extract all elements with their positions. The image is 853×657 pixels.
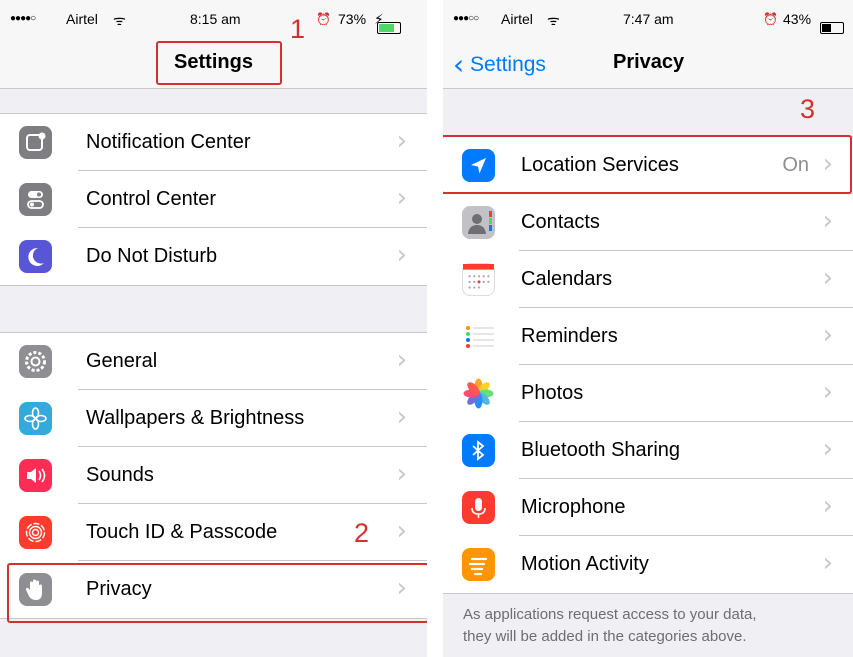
row-label: Notification Center [86, 131, 251, 153]
privacy-list: Location Services On › Contacts › Calend… [443, 136, 853, 594]
navigation-bar: ‹ Settings Privacy [443, 38, 853, 89]
highlight-box-location-services [443, 135, 852, 194]
flower-icon [19, 402, 52, 435]
chevron-right-icon: › [396, 459, 407, 489]
row-label: Do Not Disturb [86, 245, 218, 267]
chevron-right-icon: › [396, 183, 407, 213]
row-label: Control Center [86, 188, 217, 210]
row-label: Contacts [521, 211, 600, 233]
step-number-1: 1 [290, 14, 306, 44]
chevron-right-icon: › [822, 320, 833, 350]
battery-icon: ⚡ [374, 11, 401, 34]
alarm-icon: ⏰ [316, 12, 331, 26]
status-bar: ●●●○○ Airtel ᯤ 7:47 am ⏰ 43% [443, 0, 853, 38]
privacy-screen: ●●●○○ Airtel ᯤ 7:47 am ⏰ 43% ‹ Settings … [443, 0, 853, 657]
privacy-row-photos[interactable]: Photos › [443, 365, 853, 422]
row-label: Wallpapers & Brightness [86, 407, 305, 429]
gear-icon [19, 345, 52, 378]
back-button[interactable]: ‹ Settings [453, 48, 546, 81]
chevron-right-icon: › [822, 491, 833, 521]
bluetooth-icon [462, 434, 495, 467]
settings-row-sounds[interactable]: Sounds › [0, 447, 427, 504]
notification-center-icon [19, 126, 52, 159]
privacy-footer-note: As applications request access to your d… [463, 604, 843, 648]
signal-strength-icon: ●●●○○ [453, 13, 479, 24]
row-label: Photos [521, 382, 584, 404]
chevron-right-icon: › [822, 263, 833, 293]
wifi-icon: ᯤ [547, 12, 560, 28]
row-label: Bluetooth Sharing [521, 439, 681, 461]
chevron-right-icon: › [396, 240, 407, 270]
row-label: Sounds [86, 464, 154, 486]
settings-row-control-center[interactable]: Control Center › [0, 171, 427, 228]
settings-row-general[interactable]: General › [0, 333, 427, 390]
chevron-left-icon: ‹ [453, 48, 465, 81]
back-button-label: Settings [470, 53, 546, 76]
row-label: Motion Activity [521, 553, 649, 575]
settings-group-1: Notification Center › Control Center › D… [0, 113, 427, 286]
battery-percent: 73% [338, 11, 367, 27]
row-label: Reminders [521, 325, 618, 347]
calendar-icon [462, 263, 495, 296]
footer-line: they will be added in the categories abo… [463, 628, 747, 645]
row-label: Calendars [521, 268, 613, 290]
privacy-row-contacts[interactable]: Contacts › [443, 194, 853, 251]
carrier-name: Airtel [66, 11, 98, 27]
chevron-right-icon: › [822, 434, 833, 464]
moon-icon [19, 240, 52, 273]
settings-row-notification-center[interactable]: Notification Center › [0, 114, 427, 171]
wifi-icon: ᯤ [113, 12, 126, 28]
privacy-row-microphone[interactable]: Microphone › [443, 479, 853, 536]
control-center-icon [19, 183, 52, 216]
battery-percent: 43% [783, 11, 812, 27]
chevron-right-icon: › [822, 377, 833, 407]
settings-row-do-not-disturb[interactable]: Do Not Disturb › [0, 228, 427, 285]
privacy-row-reminders[interactable]: Reminders › [443, 308, 853, 365]
photos-icon [462, 377, 495, 410]
privacy-row-calendars[interactable]: Calendars › [443, 251, 853, 308]
footer-line: As applications request access to your d… [463, 606, 757, 623]
settings-row-wallpapers-brightness[interactable]: Wallpapers & Brightness › [0, 390, 427, 447]
chevron-right-icon: › [822, 548, 833, 578]
clock: 7:47 am [623, 11, 674, 27]
chevron-right-icon: › [396, 126, 407, 156]
motion-activity-icon [462, 548, 495, 581]
highlight-box-privacy [7, 563, 427, 623]
highlight-box-settings [156, 41, 282, 85]
fingerprint-icon [19, 516, 52, 549]
alarm-icon: ⏰ [763, 12, 778, 26]
privacy-row-bluetooth-sharing[interactable]: Bluetooth Sharing › [443, 422, 853, 479]
microphone-icon [462, 491, 495, 524]
carrier-name: Airtel [501, 11, 533, 27]
row-label: Touch ID & Passcode [86, 521, 278, 543]
reminders-icon [462, 320, 495, 353]
privacy-row-motion-activity[interactable]: Motion Activity › [443, 536, 853, 593]
page-title: Privacy [613, 51, 685, 73]
step-number-2: 2 [354, 518, 370, 548]
signal-strength-icon: ●●●●○ [10, 13, 36, 24]
settings-screen: ●●●●○ Airtel ᯤ 8:15 am ⏰ 73% ⚡ Settings … [0, 0, 427, 657]
row-label: General [86, 350, 158, 372]
row-label: Microphone [521, 496, 626, 518]
chevron-right-icon: › [396, 516, 407, 546]
chevron-right-icon: › [822, 206, 833, 236]
step-number-3: 3 [800, 94, 816, 124]
clock: 8:15 am [190, 11, 241, 27]
speaker-icon [19, 459, 52, 492]
chevron-right-icon: › [396, 402, 407, 432]
status-bar: ●●●●○ Airtel ᯤ 8:15 am ⏰ 73% ⚡ [0, 0, 427, 38]
chevron-right-icon: › [396, 345, 407, 375]
contacts-icon [462, 206, 495, 239]
